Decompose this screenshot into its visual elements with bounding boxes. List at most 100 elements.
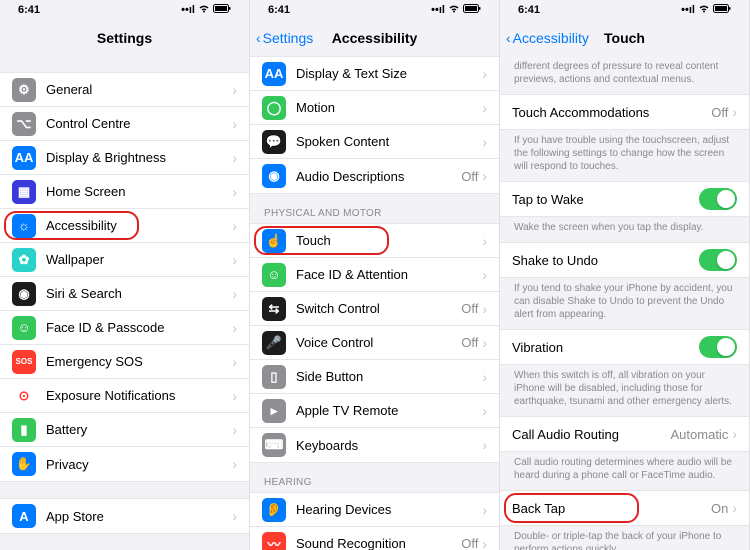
row-icon: ⌥ — [12, 112, 36, 136]
list-row[interactable]: Touch AccommodationsOff› — [500, 95, 749, 129]
list-row[interactable]: ☺Face ID & Attention› — [250, 258, 499, 292]
accessibility-list[interactable]: AADisplay & Text Size›◯Motion›💬Spoken Co… — [250, 56, 499, 550]
footer-note: Call audio routing determines where audi… — [500, 452, 749, 490]
list-row[interactable]: ▮Battery› — [0, 413, 249, 447]
list-row[interactable]: AApp Store› — [0, 499, 249, 533]
chevron-right-icon: › — [232, 388, 237, 404]
list-row[interactable]: ☺Face ID & Passcode› — [0, 311, 249, 345]
phone-accessibility: 6:41 ••ıl ‹ Settings Accessibility AADis… — [250, 0, 500, 550]
row-label: Hearing Devices — [296, 502, 482, 517]
row-label: Shake to Undo — [512, 253, 699, 268]
row-icon: ☝ — [262, 229, 286, 253]
chevron-right-icon: › — [482, 301, 487, 317]
list-row[interactable]: ✿Wallpaper› — [0, 243, 249, 277]
row-label: Side Button — [296, 369, 482, 384]
list-row[interactable]: ☝Touch› — [250, 224, 499, 258]
list-row[interactable]: Shake to Undo — [500, 243, 749, 277]
list-row[interactable]: AADisplay & Brightness› — [0, 141, 249, 175]
list-row[interactable]: ⊙Exposure Notifications› — [0, 379, 249, 413]
row-icon: 💬 — [262, 130, 286, 154]
footer-note: If you tend to shake your iPhone by acci… — [500, 278, 749, 329]
chevron-right-icon: › — [482, 66, 487, 82]
row-label: Battery — [46, 422, 232, 437]
row-icon: ▮ — [12, 418, 36, 442]
back-button[interactable]: ‹ Settings — [256, 30, 313, 46]
list-row[interactable]: ⇆Switch ControlOff› — [250, 292, 499, 326]
toggle-switch[interactable] — [699, 249, 737, 271]
list-row[interactable]: AA Display & Text Size› — [250, 57, 499, 91]
chevron-right-icon: › — [232, 354, 237, 370]
chevron-right-icon: › — [732, 104, 737, 120]
status-bar: 6:41 ••ıl — [250, 0, 499, 20]
row-icon: ◉ — [262, 164, 286, 188]
list-row[interactable]: Call Audio RoutingAutomatic› — [500, 417, 749, 451]
status-icons: ••ıl — [431, 4, 481, 16]
row-label: Accessibility — [46, 218, 232, 233]
chevron-right-icon: › — [482, 134, 487, 150]
list-row[interactable]: ◉Audio DescriptionsOff› — [250, 159, 499, 193]
chevron-right-icon: › — [482, 403, 487, 419]
row-icon: 〰 — [262, 532, 286, 550]
signal-icon: ••ıl — [681, 4, 695, 16]
footer-note: When this switch is off, all vibration o… — [500, 365, 749, 416]
wifi-icon — [448, 4, 460, 16]
battery-icon — [713, 4, 731, 16]
toggle-switch[interactable] — [699, 336, 737, 358]
touch-list[interactable]: different degrees of pressure to reveal … — [500, 56, 749, 550]
chevron-right-icon: › — [482, 502, 487, 518]
row-label: Audio Descriptions — [296, 169, 461, 184]
chevron-right-icon: › — [232, 286, 237, 302]
chevron-left-icon: ‹ — [256, 30, 261, 46]
list-row[interactable]: ◯Motion› — [250, 91, 499, 125]
row-icon: AA — [262, 62, 286, 86]
row-label: Control Centre — [46, 116, 232, 131]
row-label: App Store — [46, 509, 232, 524]
row-icon: ▯ — [262, 365, 286, 389]
nav-bar: ‹ Accessibility Touch — [500, 20, 749, 56]
row-icon: ☺ — [12, 316, 36, 340]
footer-note: Wake the screen when you tap the display… — [500, 217, 749, 242]
list-row[interactable]: 🎤Voice ControlOff› — [250, 326, 499, 360]
list-row[interactable]: ⌨Keyboards› — [250, 428, 499, 462]
list-row[interactable]: ◉Siri & Search› — [0, 277, 249, 311]
list-row[interactable]: Back TapOn› — [500, 491, 749, 525]
row-label: Display & Brightness — [46, 150, 232, 165]
list-row[interactable]: 〰Sound RecognitionOff› — [250, 527, 499, 550]
list-row[interactable]: ▸Apple TV Remote› — [250, 394, 499, 428]
row-detail: Off — [461, 301, 478, 316]
list-row[interactable]: 👂Hearing Devices› — [250, 493, 499, 527]
status-time: 6:41 — [268, 4, 290, 16]
row-icon: ◉ — [12, 282, 36, 306]
list-row[interactable]: ⚙︎General› — [0, 73, 249, 107]
row-label: Touch Accommodations — [512, 105, 711, 120]
chevron-left-icon: ‹ — [506, 30, 511, 46]
chevron-right-icon: › — [232, 82, 237, 98]
list-row[interactable]: Tap to Wake — [500, 182, 749, 216]
row-icon: A — [12, 504, 36, 528]
section-header-hearing: HEARING — [250, 463, 499, 492]
row-icon: ⊙ — [12, 384, 36, 408]
list-row[interactable]: 💬Spoken Content› — [250, 125, 499, 159]
list-row[interactable]: ☼Accessibility› — [0, 209, 249, 243]
row-label: General — [46, 82, 232, 97]
chevron-right-icon: › — [482, 437, 487, 453]
list-row[interactable]: SOSEmergency SOS› — [0, 345, 249, 379]
signal-icon: ••ıl — [181, 4, 195, 16]
chevron-right-icon: › — [732, 426, 737, 442]
phone-touch: 6:41 ••ıl ‹ Accessibility Touch differen… — [500, 0, 750, 550]
chevron-right-icon: › — [232, 456, 237, 472]
row-label: Display & Text Size — [296, 66, 482, 81]
row-icon: AA — [12, 146, 36, 170]
page-title: Touch — [604, 30, 645, 46]
wifi-icon — [198, 4, 210, 16]
list-row[interactable]: ⌥Control Centre› — [0, 107, 249, 141]
row-icon: ▦ — [12, 180, 36, 204]
list-row[interactable]: ▯Side Button› — [250, 360, 499, 394]
back-button[interactable]: ‹ Accessibility — [506, 30, 589, 46]
row-label: Face ID & Attention — [296, 267, 482, 282]
list-row[interactable]: ✋Privacy› — [0, 447, 249, 481]
toggle-switch[interactable] — [699, 188, 737, 210]
settings-list[interactable]: ⚙︎General› ⌥ Control Centre › AA Display & Br… — [0, 56, 249, 550]
list-row[interactable]: Vibration — [500, 330, 749, 364]
list-row[interactable]: ▦Home Screen› — [0, 175, 249, 209]
